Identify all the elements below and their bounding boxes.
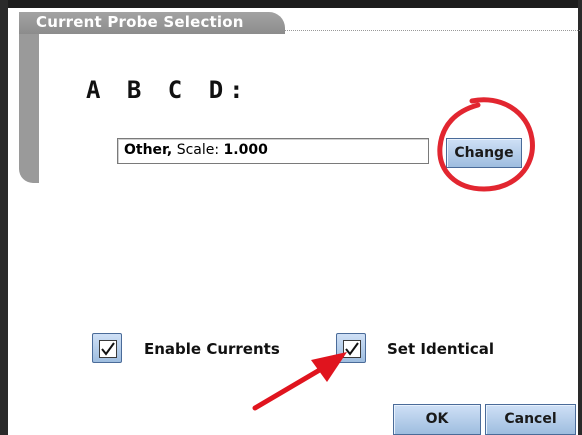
probe-type: Other, [124,142,173,158]
header-divider [280,30,580,31]
ok-button[interactable]: OK [393,404,481,435]
check-icon [101,342,115,356]
scale-value: 1.000 [223,142,268,158]
window-top-border [8,0,582,8]
probe-scale-field: Other, Scale: 1.000 [117,138,429,164]
red-circle-annotation [437,97,535,192]
window-right-border [578,0,582,435]
scale-label: Scale: [176,142,220,158]
enable-currents-checkbox[interactable] [92,333,122,363]
red-arrow-annotation [252,352,347,411]
group-bracket [19,20,39,183]
window-left-border [0,0,8,435]
channels-label: A B C D: [86,76,250,104]
set-identical-label: Set Identical [387,340,495,358]
dialog-title: Current Probe Selection [36,13,244,31]
cancel-button[interactable]: Cancel [485,404,576,435]
